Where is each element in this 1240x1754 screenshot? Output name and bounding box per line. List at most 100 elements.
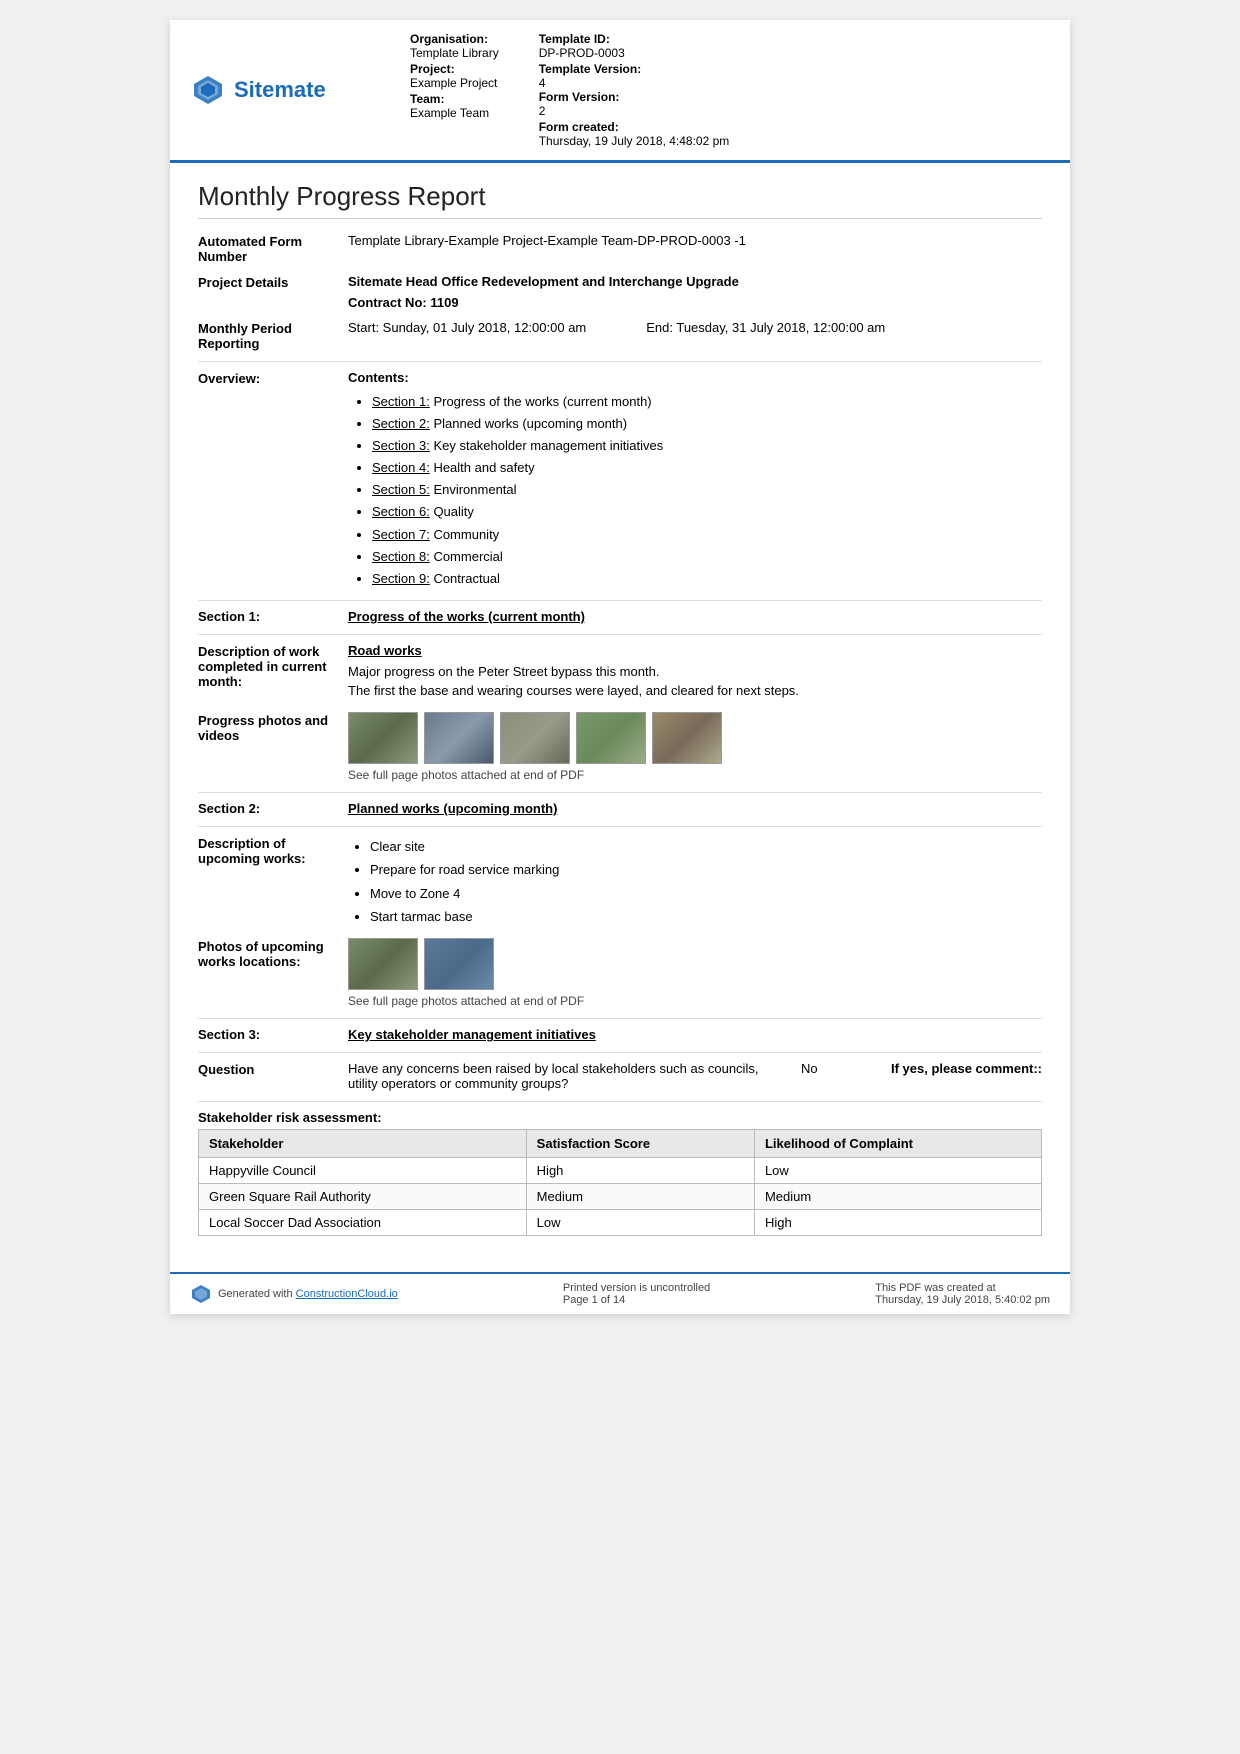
list-item: Section 2: Planned works (upcoming month… [372,413,1042,435]
satisfaction-3: Low [526,1210,754,1236]
table-header: Stakeholder Satisfaction Score Likelihoo… [199,1130,1042,1158]
photos-label: Progress photos and videos [198,712,348,743]
org-label: Organisation: [410,32,499,46]
footer-print-text: Printed version is uncontrolled [563,1282,710,1294]
list-item: Section 8: Commercial [372,546,1042,568]
section2-header: Section 2: Planned works (upcoming month… [198,801,1042,816]
project-details-label: Project Details [198,274,348,290]
upcoming-photos-row: Photos of upcoming works locations: See … [198,938,1042,1008]
photo-thumb-3 [500,712,570,764]
section3-link[interactable]: Section 3: [372,438,430,453]
section2-desc: Planned works (upcoming month) [430,416,627,431]
team-label: Team: [410,92,499,106]
section1-desc: Progress of the works (current month) [430,394,652,409]
project-details-value: Sitemate Head Office Redevelopment and I… [348,274,1042,310]
contract-no: Contract No: 1109 [348,295,1042,310]
section3-title: Key stakeholder management initiatives [348,1027,596,1042]
footer-generated-text: Generated with ConstructionCloud.io [218,1288,398,1300]
project-line: Project: Example Project [410,62,499,90]
photo-thumb-2 [424,712,494,764]
desc-text1: Major progress on the Peter Street bypas… [348,664,1042,679]
upcoming-row: Description of upcoming works: Clear sit… [198,835,1042,929]
org-value: Template Library [410,46,499,60]
divider-7 [198,1052,1042,1053]
divider-5 [198,826,1042,827]
section3-desc: Key stakeholder management initiatives [430,438,663,453]
desc-text2: The first the base and wearing courses w… [348,683,1042,698]
likelihood-1: Low [754,1158,1041,1184]
question-text: Have any concerns been raised by local s… [348,1061,791,1091]
question-label: Question [198,1061,348,1077]
upcoming-photos-caption: See full page photos attached at end of … [348,994,1042,1008]
stakeholder-name-3: Local Soccer Dad Association [199,1210,527,1236]
section3-header: Section 3: Key stakeholder management in… [198,1027,1042,1042]
desc-work-value: Road works Major progress on the Peter S… [348,643,1042,702]
overview-value: Contents: Section 1: Progress of the wor… [348,370,1042,590]
question-content: Have any concerns been raised by local s… [348,1061,1042,1091]
page: Sitemate Organisation: Template Library … [170,20,1070,1314]
section4-link[interactable]: Section 4: [372,460,430,475]
list-item: Section 7: Community [372,524,1042,546]
section1-header: Section 1: Progress of the works (curren… [198,609,1042,624]
report-title: Monthly Progress Report [198,181,1042,219]
upcoming-item-1: Clear site [370,839,425,854]
desc-work-label: Description of work completed in current… [198,643,348,689]
col-header-likelihood: Likelihood of Complaint [754,1130,1041,1158]
upcoming-value: Clear site Prepare for road service mark… [348,835,1042,929]
list-item: Section 6: Quality [372,501,1042,523]
col-header-satisfaction: Satisfaction Score [526,1130,754,1158]
section2-link[interactable]: Section 2: [372,416,430,431]
template-id-line: Template ID: DP-PROD-0003 [539,32,730,60]
section8-link[interactable]: Section 8: [372,549,430,564]
section7-desc: Community [430,527,499,542]
section5-link[interactable]: Section 5: [372,482,430,497]
table-row: Local Soccer Dad Association Low High [199,1210,1042,1236]
footer-print-info: Printed version is uncontrolled Page 1 o… [563,1282,710,1306]
form-created-line: Form created: Thursday, 19 July 2018, 4:… [539,120,730,148]
stakeholder-table-label: Stakeholder risk assessment: [198,1110,1042,1125]
divider-4 [198,792,1042,793]
org-line: Organisation: Template Library [410,32,499,60]
content: Monthly Progress Report Automated Form N… [170,163,1070,1254]
contract-label: Contract No: [348,295,427,310]
list-item: Start tarmac base [370,905,1042,928]
list-item: Move to Zone 4 [370,882,1042,905]
question-value: Have any concerns been raised by local s… [348,1061,1042,1091]
table-body: Happyville Council High Low Green Square… [199,1158,1042,1236]
template-version-line: Template Version: 4 Form Version: 2 [539,62,730,118]
upcoming-photos-label: Photos of upcoming works locations: [198,938,348,969]
footer-logo-area: Generated with ConstructionCloud.io [190,1283,398,1305]
section9-link[interactable]: Section 9: [372,571,430,586]
header: Sitemate Organisation: Template Library … [170,20,1070,163]
project-label: Project: [410,62,499,76]
section1-link[interactable]: Section 1: [372,394,430,409]
divider-2 [198,600,1042,601]
section1-label: Section 1: [198,609,348,624]
table-row: Green Square Rail Authority Medium Mediu… [199,1184,1042,1210]
upcoming-photos-value: See full page photos attached at end of … [348,938,1042,1008]
upcoming-photo-thumb-2 [424,938,494,990]
divider-6 [198,1018,1042,1019]
divider-1 [198,361,1042,362]
photos-row: Progress photos and videos See full page… [198,712,1042,782]
footer-link[interactable]: ConstructionCloud.io [296,1288,398,1300]
period-row: Monthly Period Reporting Start: Sunday, … [198,320,1042,351]
period-start: Start: Sunday, 01 July 2018, 12:00:00 am [348,320,586,335]
photo-thumb-5 [652,712,722,764]
period-value: Start: Sunday, 01 July 2018, 12:00:00 am… [348,320,1042,335]
section7-link[interactable]: Section 7: [372,527,430,542]
form-number-label: Automated Form Number [198,233,348,264]
overview-row: Overview: Contents: Section 1: Progress … [198,370,1042,590]
stakeholder-name-2: Green Square Rail Authority [199,1184,527,1210]
header-meta: Organisation: Template Library Project: … [410,32,1050,148]
header-meta-left: Organisation: Template Library Project: … [410,32,499,148]
section3-label: Section 3: [198,1027,348,1042]
roadworks-title: Road works [348,643,1042,658]
footer: Generated with ConstructionCloud.io Prin… [170,1272,1070,1314]
template-id-value: DP-PROD-0003 [539,46,730,60]
upcoming-photo-thumb-1 [348,938,418,990]
upcoming-item-4: Start tarmac base [370,909,473,924]
template-version-label: Template Version: [539,62,730,76]
likelihood-3: High [754,1210,1041,1236]
section6-link[interactable]: Section 6: [372,504,430,519]
